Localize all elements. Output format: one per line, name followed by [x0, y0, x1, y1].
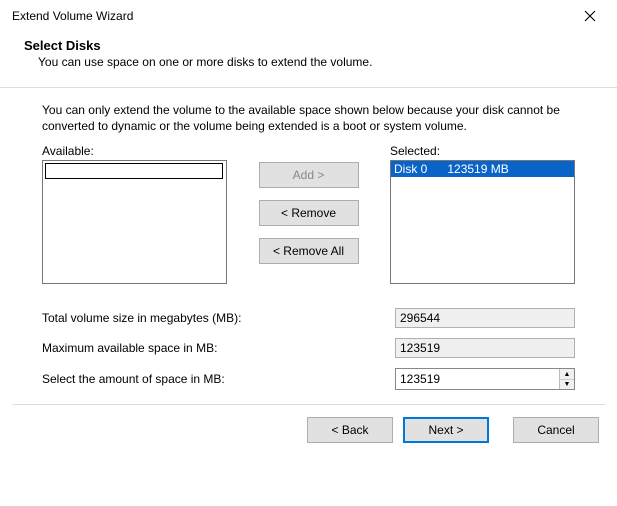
add-button[interactable]: Add >	[259, 162, 359, 188]
cancel-button[interactable]: Cancel	[513, 417, 599, 443]
page-subtitle: You can use space on one or more disks t…	[24, 53, 593, 69]
spin-down-button[interactable]: ▼	[560, 380, 574, 390]
amount-spinner: ▲ ▼	[395, 368, 575, 390]
max-space-label: Maximum available space in MB:	[42, 341, 395, 355]
size-fields: Total volume size in megabytes (MB): 296…	[42, 308, 575, 390]
selected-label: Selected:	[390, 144, 575, 158]
amount-input[interactable]	[396, 369, 559, 389]
info-text: You can only extend the volume to the av…	[42, 102, 575, 134]
remove-button[interactable]: < Remove	[259, 200, 359, 226]
selected-column: Selected: Disk 0 123519 MB	[390, 144, 575, 284]
spin-up-button[interactable]: ▲	[560, 369, 574, 380]
available-listbox[interactable]	[42, 160, 227, 284]
remove-all-button[interactable]: < Remove All	[259, 238, 359, 264]
chevron-up-icon: ▲	[564, 371, 571, 378]
page-title: Select Disks	[24, 38, 593, 53]
transfer-buttons-column: Add > < Remove < Remove All	[227, 144, 390, 264]
total-size-label: Total volume size in megabytes (MB):	[42, 311, 395, 325]
available-focus-rect	[45, 163, 223, 179]
window-title: Extend Volume Wizard	[12, 9, 133, 23]
available-label: Available:	[42, 144, 227, 158]
chevron-down-icon: ▼	[564, 381, 571, 388]
available-column: Available:	[42, 144, 227, 284]
max-space-row: Maximum available space in MB: 123519	[42, 338, 575, 358]
selected-listbox[interactable]: Disk 0 123519 MB	[390, 160, 575, 284]
next-button[interactable]: Next >	[403, 417, 489, 443]
wizard-footer: < Back Next > Cancel	[0, 405, 617, 455]
disk-lists-row: Available: Add > < Remove < Remove All S…	[42, 144, 575, 284]
close-icon	[584, 10, 596, 22]
total-size-value: 296544	[395, 308, 575, 328]
wizard-header: Select Disks You can use space on one or…	[0, 30, 617, 81]
back-button[interactable]: < Back	[307, 417, 393, 443]
spinner-buttons: ▲ ▼	[559, 369, 574, 389]
content-area: You can only extend the volume to the av…	[0, 88, 617, 390]
amount-label: Select the amount of space in MB:	[42, 372, 395, 386]
selected-disk-item[interactable]: Disk 0 123519 MB	[391, 161, 574, 177]
close-button[interactable]	[575, 5, 605, 27]
max-space-value: 123519	[395, 338, 575, 358]
total-size-row: Total volume size in megabytes (MB): 296…	[42, 308, 575, 328]
amount-row: Select the amount of space in MB: ▲ ▼	[42, 368, 575, 390]
titlebar: Extend Volume Wizard	[0, 0, 617, 30]
